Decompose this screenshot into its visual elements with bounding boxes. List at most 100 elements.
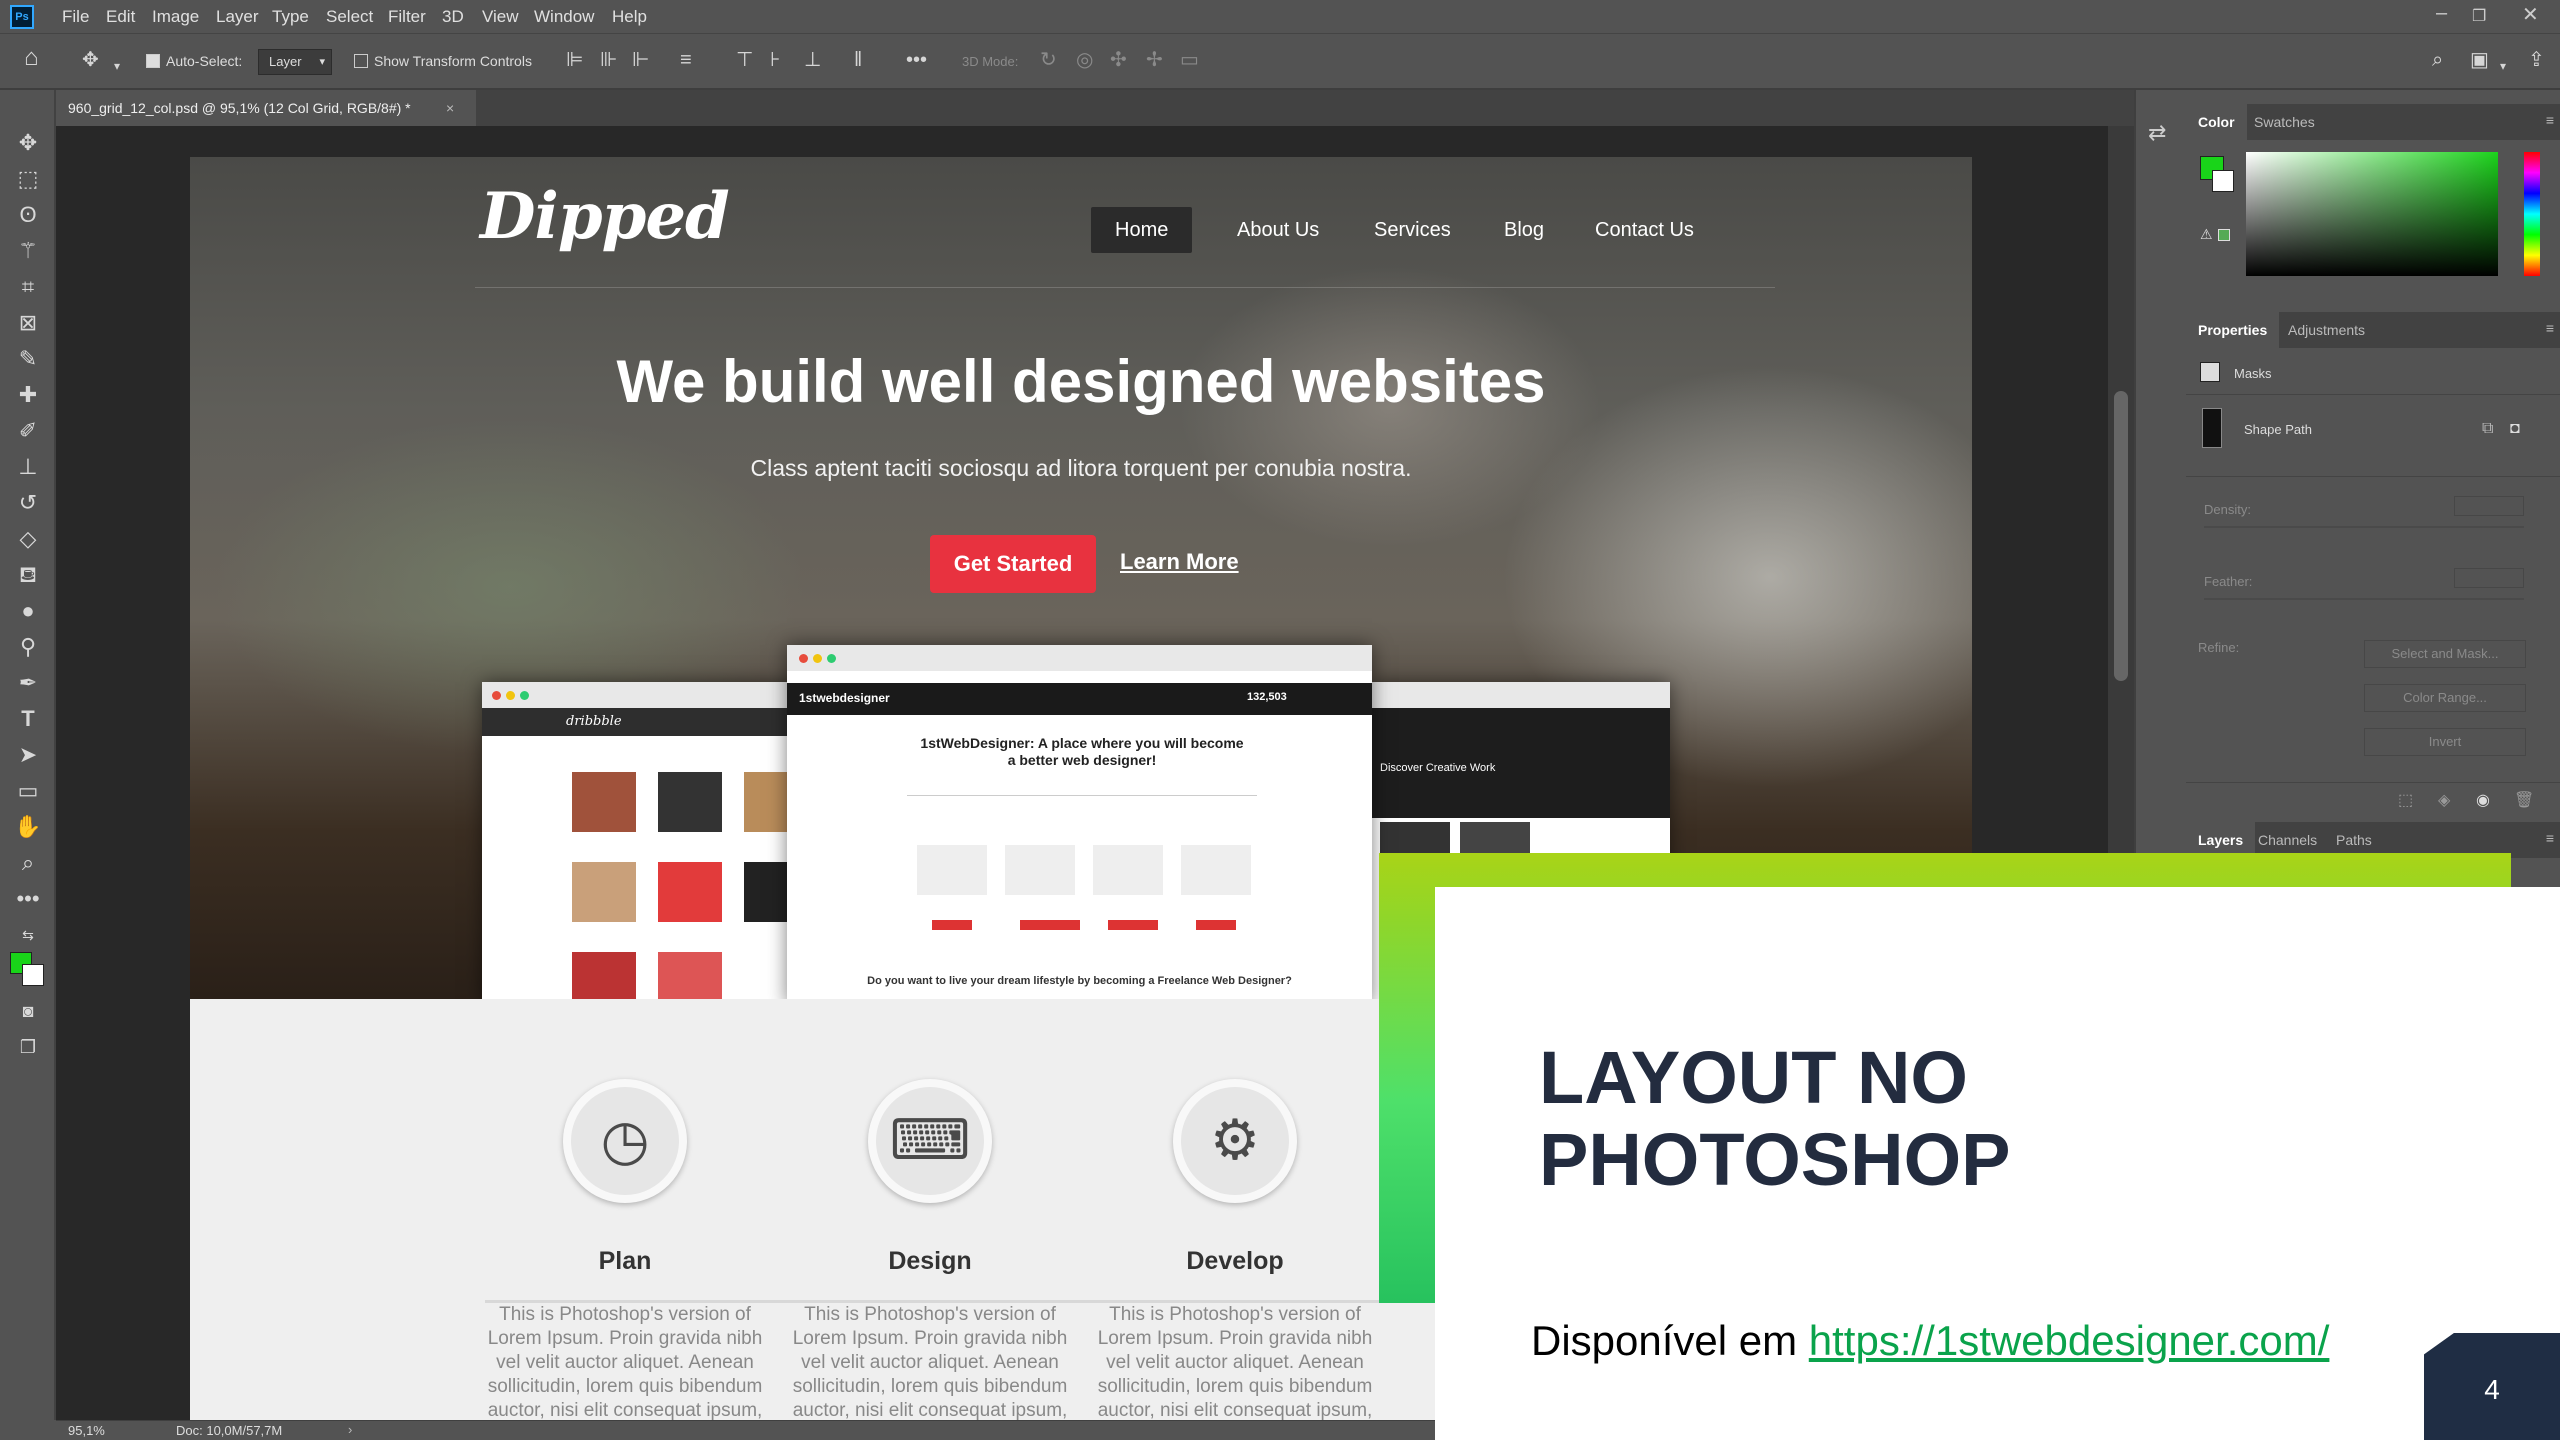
color-picker-field[interactable] (2246, 152, 2498, 276)
brush-tool-icon[interactable]: ✐ (0, 414, 56, 448)
close-window-icon[interactable]: ✕ (2522, 2, 2539, 27)
align-bottom-icon[interactable]: ⊥ (804, 50, 821, 70)
menu-window[interactable]: Window (534, 7, 594, 27)
3d-camera-icon[interactable]: ▭ (1180, 50, 1199, 70)
paint-bucket-icon[interactable]: ⛾ (0, 558, 56, 592)
density-slider[interactable] (2204, 526, 2524, 528)
stamp-tool-icon[interactable]: ⊥ (0, 450, 56, 484)
restore-icon[interactable]: ❐ (2472, 6, 2486, 26)
align-middle-icon[interactable]: ⊦ (770, 50, 780, 70)
3d-orbit-icon[interactable]: ↻ (1040, 50, 1057, 70)
tab-color[interactable]: Color (2186, 104, 2247, 140)
eraser-icon[interactable]: ◇ (0, 522, 56, 556)
swap-colors-icon[interactable]: ⇆ (0, 918, 56, 952)
vector-mask-icon[interactable]: ◘ (2510, 420, 2520, 438)
selection-icon[interactable]: ⬚ (2398, 790, 2413, 810)
lasso-tool-icon[interactable]: ʘ (0, 198, 56, 232)
select-and-mask-button[interactable]: Select and Mask... (2364, 640, 2526, 668)
magic-wand-icon[interactable]: ⚚ (0, 234, 56, 268)
screen-mode-icon[interactable]: ❐ (0, 1030, 56, 1064)
feather-input[interactable] (2454, 568, 2524, 588)
menu-edit[interactable]: Edit (106, 7, 135, 27)
frame-tool-icon[interactable]: ⊠ (0, 306, 56, 340)
density-input[interactable] (2454, 496, 2524, 516)
tab-adjustments[interactable]: Adjustments (2276, 312, 2377, 348)
menu-type[interactable]: Type (272, 7, 309, 27)
close-tab-icon[interactable]: × (446, 90, 454, 126)
eye-icon[interactable]: ◉ (2476, 790, 2490, 810)
apply-mask-icon[interactable]: ◈ (2438, 790, 2450, 810)
rectangle-tool-icon[interactable]: ▭ (0, 774, 56, 808)
type-tool-icon[interactable]: T (0, 702, 56, 736)
pen-tool-icon[interactable]: ✒ (0, 666, 56, 700)
workspace-icon[interactable]: ▣ (2470, 50, 2489, 70)
eyedropper-icon[interactable]: ✎ (0, 342, 56, 376)
menu-help[interactable]: Help (612, 7, 647, 27)
chevron-right-icon[interactable]: › (348, 1422, 352, 1437)
chevron-down-icon[interactable]: ▾ (2500, 56, 2506, 76)
align-top-icon[interactable]: ⊤ (736, 50, 753, 70)
websafe-swatch[interactable] (2218, 229, 2230, 241)
3d-slide-icon[interactable]: ✢ (1146, 50, 1163, 70)
menu-file[interactable]: File (62, 7, 89, 27)
gamut-warning-icon[interactable]: ⚠ (2200, 226, 2213, 243)
menu-view[interactable]: View (482, 7, 519, 27)
document-tab[interactable]: 960_grid_12_col.psd @ 95,1% (12 Col Grid… (56, 90, 476, 126)
tab-swatches[interactable]: Swatches (2242, 104, 2327, 140)
marquee-tool-icon[interactable]: ⬚ (0, 162, 56, 196)
history-brush-icon[interactable]: ↺ (0, 486, 56, 520)
distribute-vertical-icon[interactable]: ‖ (854, 50, 862, 70)
trash-icon[interactable]: 🗑 (2514, 790, 2534, 810)
align-right-icon[interactable]: ⊩ (632, 50, 649, 70)
blur-tool-icon[interactable]: ● (0, 594, 56, 628)
more-tools-icon[interactable]: ••• (0, 882, 56, 916)
crop-tool-icon[interactable]: ⌗ (0, 270, 56, 304)
scrollbar-thumb[interactable] (2114, 391, 2128, 681)
menu-filter[interactable]: Filter (388, 7, 426, 27)
color-bg-swatch[interactable] (2212, 170, 2234, 192)
hue-slider[interactable] (2524, 152, 2540, 276)
tab-properties[interactable]: Properties (2186, 312, 2280, 348)
menu-image[interactable]: Image (152, 7, 199, 27)
distribute-icon[interactable]: ≡ (680, 50, 692, 70)
nav-contact[interactable]: Contact Us (1571, 207, 1718, 253)
history-panel-icon[interactable]: ⇄ (2148, 120, 2166, 146)
learn-more-link[interactable]: Learn More (1120, 549, 1239, 575)
slide-source-link[interactable]: https://1stwebdesigner.com/ (1809, 1317, 2330, 1364)
invert-button[interactable]: Invert (2364, 728, 2526, 756)
minimize-icon[interactable]: – (2436, 2, 2447, 25)
nav-blog[interactable]: Blog (1480, 207, 1568, 253)
3d-pan-icon[interactable]: ✣ (1110, 50, 1127, 70)
hand-tool-icon[interactable]: ✋ (0, 810, 56, 844)
3d-roll-icon[interactable]: ◎ (1076, 50, 1093, 70)
move-tool-icon[interactable]: ✥ (0, 126, 56, 160)
nav-home[interactable]: Home (1091, 207, 1193, 253)
align-center-icon[interactable]: ⊪ (600, 50, 617, 70)
color-range-button[interactable]: Color Range... (2364, 684, 2526, 712)
panel-menu-icon[interactable]: ≡ (2546, 112, 2554, 128)
zoom-level[interactable]: 95,1% (68, 1423, 105, 1438)
align-left-icon[interactable]: ⊫ (566, 50, 583, 70)
background-color-swatch[interactable] (22, 964, 44, 986)
menu-select[interactable]: Select (326, 7, 373, 27)
panel-menu-icon[interactable]: ≡ (2546, 320, 2554, 336)
path-selection-icon[interactable]: ➤ (0, 738, 56, 772)
menu-3d[interactable]: 3D (442, 7, 464, 27)
get-started-button[interactable]: Get Started (930, 535, 1096, 593)
nav-about[interactable]: About Us (1213, 207, 1343, 253)
healing-brush-icon[interactable]: ✚ (0, 378, 56, 412)
auto-select-dropdown[interactable]: Layer ▾ (258, 49, 332, 75)
move-tool-icon[interactable]: ✥ (82, 50, 99, 70)
search-icon[interactable]: ⌕ (2432, 50, 2443, 70)
feather-slider[interactable] (2204, 598, 2524, 600)
share-icon[interactable]: ⇪ (2528, 50, 2545, 70)
more-options-icon[interactable]: ••• (906, 50, 927, 70)
transform-controls-checkbox[interactable] (354, 54, 368, 68)
auto-select-checkbox[interactable] (146, 54, 160, 68)
zoom-tool-icon[interactable]: ⌕ (0, 846, 56, 880)
dodge-tool-icon[interactable]: ⚲ (0, 630, 56, 664)
quick-mask-icon[interactable]: ◙ (0, 994, 56, 1028)
panel-menu-icon[interactable]: ≡ (2546, 830, 2554, 846)
nav-services[interactable]: Services (1350, 207, 1475, 253)
menu-layer[interactable]: Layer (216, 7, 259, 27)
